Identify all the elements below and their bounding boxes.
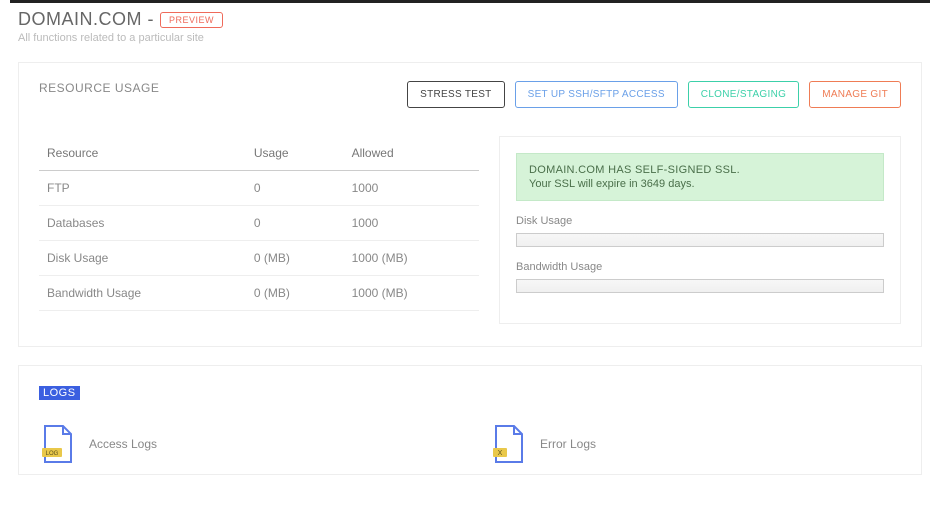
disk-usage-label: Disk Usage	[516, 215, 884, 227]
stress-test-button[interactable]: STRESS TEST	[407, 81, 504, 108]
table-row: FTP 0 1000	[39, 171, 479, 206]
logs-panel: LOGS LOG Access Logs X	[18, 365, 922, 475]
bandwidth-usage-label: Bandwidth Usage	[516, 261, 884, 273]
page-header: DOMAIN.COM - PREVIEW All functions relat…	[0, 7, 940, 50]
page-title: DOMAIN.COM -	[18, 9, 154, 30]
logs-title: LOGS	[39, 386, 80, 400]
cell-resource: FTP	[39, 171, 246, 206]
table-row: Bandwidth Usage 0 (MB) 1000 (MB)	[39, 276, 479, 311]
disk-usage-bar	[516, 233, 884, 247]
cell-allowed: 1000 (MB)	[344, 241, 479, 276]
resource-table: Resource Usage Allowed FTP 0 1000 Databa…	[39, 136, 479, 311]
preview-badge[interactable]: PREVIEW	[160, 12, 223, 28]
table-row: Disk Usage 0 (MB) 1000 (MB)	[39, 241, 479, 276]
col-allowed: Allowed	[344, 136, 479, 171]
ssl-banner: DOMAIN.COM HAS SELF-SIGNED SSL. Your SSL…	[516, 153, 884, 201]
file-log-icon: LOG	[39, 424, 75, 464]
page-subtitle: All functions related to a particular si…	[18, 32, 922, 44]
cell-allowed: 1000 (MB)	[344, 276, 479, 311]
cell-usage: 0	[246, 206, 344, 241]
cell-resource: Bandwidth Usage	[39, 276, 246, 311]
cell-resource: Disk Usage	[39, 241, 246, 276]
resource-usage-panel: RESOURCE USAGE STRESS TEST SET UP SSH/SF…	[18, 62, 922, 347]
usage-summary-panel: DOMAIN.COM HAS SELF-SIGNED SSL. Your SSL…	[499, 136, 901, 324]
access-logs-label: Access Logs	[89, 437, 157, 451]
svg-text:X: X	[498, 450, 503, 457]
col-resource: Resource	[39, 136, 246, 171]
svg-text:LOG: LOG	[46, 451, 59, 457]
manage-git-button[interactable]: MANAGE GIT	[809, 81, 901, 108]
bandwidth-usage-bar	[516, 279, 884, 293]
file-error-icon: X	[490, 424, 526, 464]
cell-usage: 0 (MB)	[246, 276, 344, 311]
cell-resource: Databases	[39, 206, 246, 241]
resource-usage-title: RESOURCE USAGE	[39, 81, 159, 95]
cell-usage: 0	[246, 171, 344, 206]
ssl-line2: Your SSL will expire in 3649 days.	[529, 178, 871, 190]
action-buttons: STRESS TEST SET UP SSH/SFTP ACCESS CLONE…	[407, 81, 901, 108]
top-stripe	[10, 0, 930, 3]
error-logs-item[interactable]: X Error Logs	[490, 424, 901, 464]
error-logs-label: Error Logs	[540, 437, 596, 451]
col-usage: Usage	[246, 136, 344, 171]
cell-allowed: 1000	[344, 206, 479, 241]
cell-allowed: 1000	[344, 171, 479, 206]
access-logs-item[interactable]: LOG Access Logs	[39, 424, 450, 464]
clone-staging-button[interactable]: CLONE/STAGING	[688, 81, 799, 108]
table-row: Databases 0 1000	[39, 206, 479, 241]
ssh-sftp-button[interactable]: SET UP SSH/SFTP ACCESS	[515, 81, 678, 108]
cell-usage: 0 (MB)	[246, 241, 344, 276]
ssl-line1: DOMAIN.COM HAS SELF-SIGNED SSL.	[529, 164, 871, 176]
